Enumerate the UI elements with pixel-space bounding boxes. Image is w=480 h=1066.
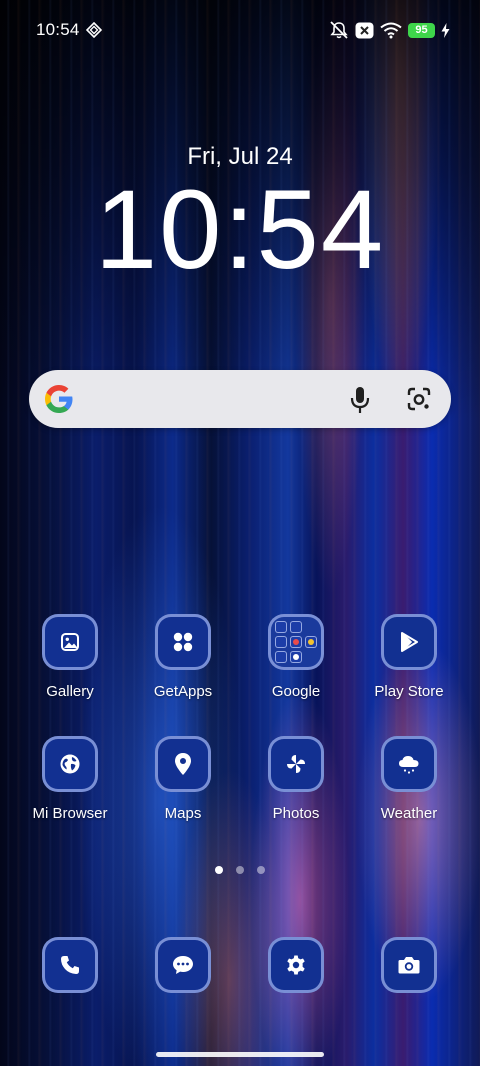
- app-label: Play Store: [374, 683, 444, 700]
- microphone-icon[interactable]: [349, 386, 371, 414]
- no-sim-icon: [355, 22, 374, 38]
- google-logo-icon: [45, 385, 73, 413]
- mini-app-icon: [305, 636, 317, 648]
- message-icon[interactable]: [155, 937, 211, 993]
- getapps-icon[interactable]: [155, 614, 211, 670]
- google-search-bar[interactable]: [29, 370, 451, 428]
- mini-app-icon: [275, 621, 287, 633]
- wifi-icon: [380, 22, 402, 38]
- app-label: Weather: [380, 805, 438, 822]
- battery-icon: 95: [408, 22, 435, 38]
- mute-icon: [330, 21, 348, 39]
- home-indicator[interactable]: [156, 1052, 324, 1057]
- app-photos[interactable]: Photos: [236, 736, 356, 822]
- battery-level: 95: [415, 24, 428, 36]
- map-pin-icon[interactable]: [155, 736, 211, 792]
- app-label: Google: [271, 683, 321, 700]
- app-label: Gallery: [46, 683, 94, 700]
- google-lens-icon[interactable]: [406, 386, 432, 412]
- app-gallery[interactable]: Gallery: [10, 614, 130, 700]
- weather-cloud-icon[interactable]: [381, 736, 437, 792]
- charging-icon: [441, 22, 450, 38]
- app-getapps[interactable]: GetApps: [123, 614, 243, 700]
- app-label: Photos: [272, 805, 320, 822]
- mini-app-icon: [275, 636, 287, 648]
- app-label: Mi Browser: [32, 805, 108, 822]
- clock-time[interactable]: 10:54: [0, 170, 480, 290]
- page-indicator[interactable]: [0, 866, 480, 874]
- gallery-icon[interactable]: [42, 614, 98, 670]
- vpn-diamond-icon: [86, 22, 102, 38]
- mini-app-icon: [290, 621, 302, 633]
- status-bar: 10:54 95: [0, 0, 480, 62]
- page-dot-active[interactable]: [215, 866, 223, 874]
- folder-icon[interactable]: [268, 614, 324, 670]
- app-play-store[interactable]: Play Store: [349, 614, 469, 700]
- mini-app-icon: [290, 636, 302, 648]
- phone-icon[interactable]: [42, 937, 98, 993]
- settings-gear-icon[interactable]: [268, 937, 324, 993]
- app-weather[interactable]: Weather: [349, 736, 469, 822]
- home-screen: 10:54 95 Fri, Jul 24 10:54 Gallery GetAp…: [0, 0, 480, 1066]
- app-label: Maps: [164, 805, 202, 822]
- status-icons: 95: [329, 20, 450, 40]
- camera-icon[interactable]: [381, 937, 437, 993]
- app-label: GetApps: [153, 683, 213, 700]
- mini-app-icon: [275, 651, 287, 663]
- pinwheel-icon[interactable]: [268, 736, 324, 792]
- app-folder-google[interactable]: Google: [236, 614, 356, 700]
- mini-app-icon: [290, 651, 302, 663]
- app-maps[interactable]: Maps: [123, 736, 243, 822]
- folder-preview-grid: [275, 621, 317, 663]
- app-mi-browser[interactable]: Mi Browser: [10, 736, 130, 822]
- page-dot[interactable]: [236, 866, 244, 874]
- page-dot[interactable]: [257, 866, 265, 874]
- status-time: 10:54: [36, 20, 80, 39]
- globe-icon[interactable]: [42, 736, 98, 792]
- play-store-icon[interactable]: [381, 614, 437, 670]
